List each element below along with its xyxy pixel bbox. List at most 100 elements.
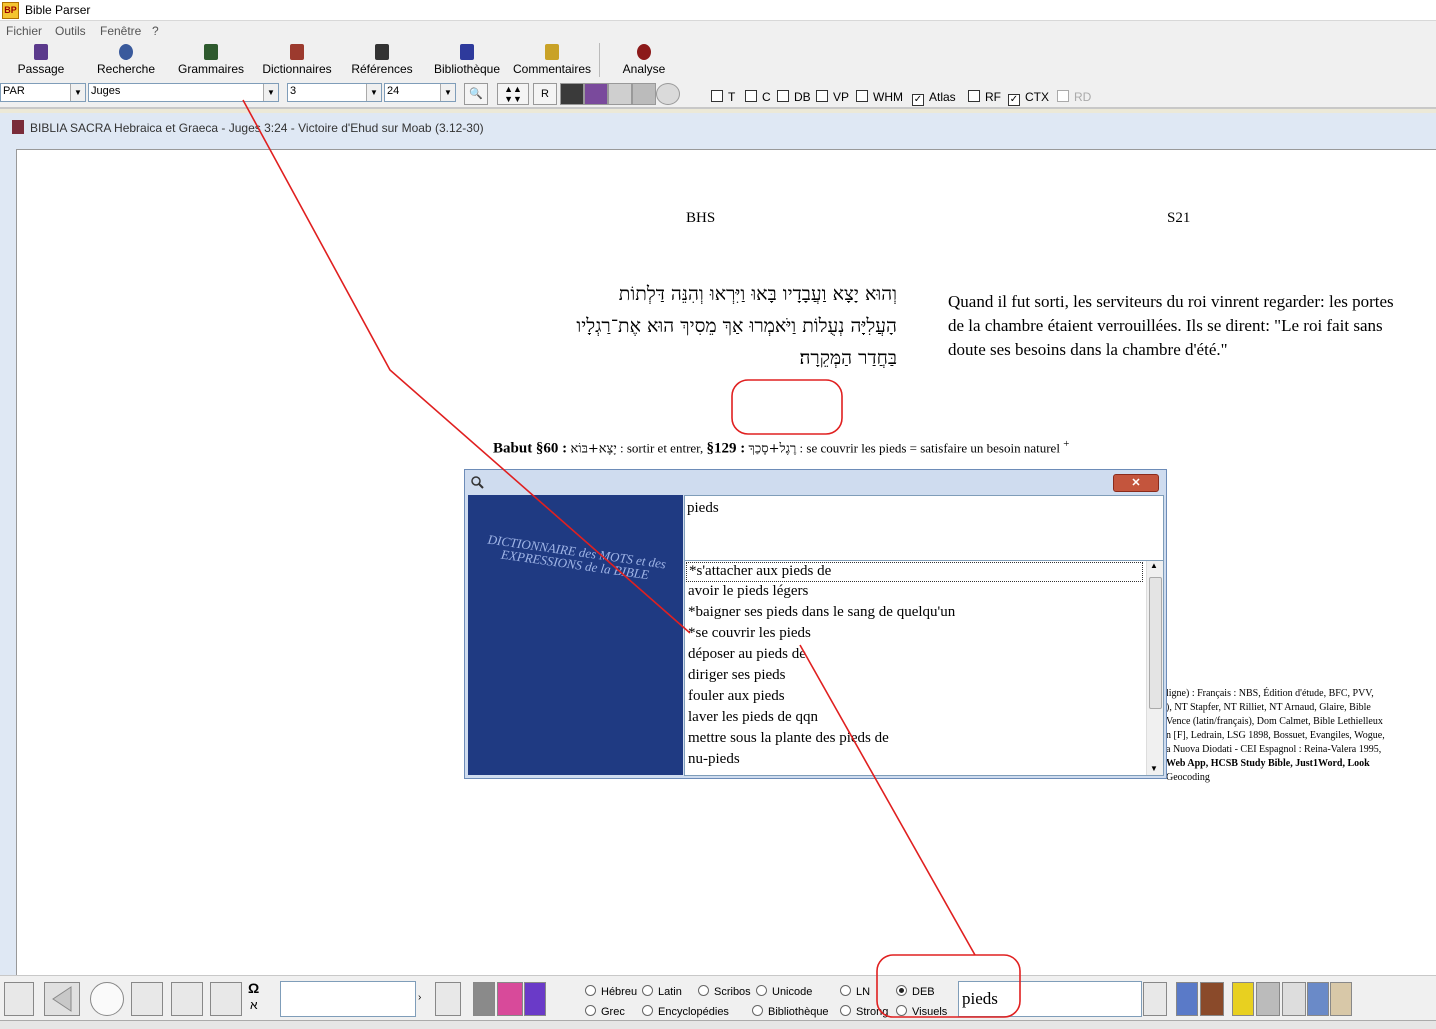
tree-icon[interactable] [608,83,632,105]
radio-deb[interactable]: DEB [896,985,935,998]
checkmark-icon[interactable]: ✓ [1008,94,1020,106]
list-item[interactable]: *s'attacher aux pieds de [686,562,1143,582]
list-item[interactable]: mettre sous la plante des pieds de [688,730,889,747]
stats-icon[interactable] [1176,982,1198,1016]
radio-circle[interactable] [585,985,596,996]
passage-button[interactable]: Passage [8,42,74,80]
chevron-down-icon[interactable]: ▼ [70,84,85,101]
french-verse[interactable]: Quand il fut sorti, les serviteurs du ro… [948,290,1403,362]
verse-stepper[interactable]: ▲▲ ▼▼ [497,83,529,105]
list-item[interactable]: *se couvrir les pieds [688,625,811,642]
menu-outils[interactable]: Outils [55,24,86,38]
radio-circle[interactable] [840,985,851,996]
dictionary-word-input[interactable]: pieds [958,981,1142,1017]
commentaires-button[interactable]: Commentaires [510,42,594,80]
list-item[interactable]: déposer au pieds de [688,646,806,663]
search-passage-button[interactable]: 🔍 [464,83,488,105]
grammaires-button[interactable]: Grammaires [174,42,248,80]
scrollbar-thumb[interactable] [1149,577,1162,709]
radio-circle[interactable] [840,1005,851,1016]
r-button[interactable]: R [533,83,557,105]
checkbox-box[interactable] [968,90,980,102]
grid-icon[interactable] [473,982,495,1016]
bars-icon[interactable] [524,982,546,1016]
chapter-select[interactable]: 3 ▼ [287,83,382,102]
scroll-down-icon[interactable]: ▼ [1150,764,1158,773]
babut-section-link[interactable]: §129 : [706,440,745,456]
hebrew-expression[interactable]: יָצָא+בּוֹא [570,441,616,456]
hebrew-line[interactable]: הָעֲלִיָּה נְעֻלוֹת וַיֹּאמְרוּ אַךְ מֵס… [497,310,897,342]
columns-icon[interactable] [1232,982,1254,1016]
radio-circle[interactable] [752,1005,763,1016]
radio-scribos[interactable]: Scribos [698,985,751,998]
menu-help[interactable]: ? [152,24,159,38]
checkbox-box[interactable] [816,90,828,102]
checkbox-box[interactable] [711,90,723,102]
checkbox-box[interactable] [745,90,757,102]
checkbox-rf[interactable]: RF [968,90,1001,104]
aleph-icon[interactable]: א [250,998,258,1012]
verse-select[interactable]: 24 ▼ [384,83,456,102]
radio-circle[interactable] [642,1005,653,1016]
dictionnaires-button[interactable]: Dictionnaires [258,42,336,80]
tools-icon[interactable] [632,83,656,105]
radio-grec[interactable]: Grec [585,1005,625,1018]
chart-icon[interactable] [497,982,523,1016]
checkbox-whm[interactable]: WHM [856,90,903,104]
calendar-icon[interactable] [1282,982,1306,1016]
back-arrow-icon[interactable] [44,982,80,1016]
book-select[interactable]: Juges ▼ [88,83,279,102]
recherche-button[interactable]: Recherche [90,42,162,80]
checkbox-ctx[interactable]: ✓ CTX [1008,90,1049,106]
zoom-icon[interactable] [90,982,124,1016]
hebrew-verse[interactable]: וְהוּא יָצָא וַעֲבָדָיו בָּאוּ וַיִּרְאו… [497,278,897,374]
radio-strong[interactable]: Strong [840,1005,888,1018]
menu-fenetre[interactable]: Fenêtre [100,24,141,38]
list-item[interactable]: avoir le pieds légers [688,583,808,600]
radio-circle[interactable] [642,985,653,996]
radio-encyclopedies[interactable]: Encyclopédies [642,1005,729,1018]
radio-bibliotheque[interactable]: Bibliothèque [752,1005,829,1018]
list-scrollbar[interactable]: ▲ ▼ [1146,561,1163,775]
checkbox-t[interactable]: T [711,90,735,104]
radio-circle[interactable] [896,1005,907,1016]
portrait-icon[interactable] [1330,982,1352,1016]
checkbox-c[interactable]: C [745,90,771,104]
hebrew-line[interactable]: וְהוּא יָצָא וַעֲבָדָיו בָּאוּ וַיִּרְאו… [497,278,897,310]
bibliotheque-button[interactable]: Bibliothèque [430,42,504,80]
dots-grid-icon[interactable] [1256,982,1280,1016]
list-item[interactable]: nu-pieds [688,751,740,768]
menu-fichier[interactable]: Fichier [6,24,42,38]
more-link[interactable]: + [1063,438,1069,450]
library-books-icon[interactable] [584,83,608,105]
chevron-right-icon[interactable]: › [418,992,421,1003]
radio-circle[interactable] [896,985,907,996]
checkbox-box[interactable] [856,90,868,102]
chevron-down-icon[interactable]: ▼ [440,84,455,101]
radio-unicode[interactable]: Unicode [756,985,812,998]
layout-windows-icon[interactable] [210,982,242,1016]
search-icon[interactable] [435,982,461,1016]
checkbox-box[interactable] [777,90,789,102]
list-item[interactable]: diriger ses pieds [688,667,785,684]
radio-ln[interactable]: LN [840,985,870,998]
bookshelf-icon[interactable] [1200,982,1224,1016]
layout-columns-icon[interactable] [131,982,163,1016]
table-icon[interactable] [1307,982,1329,1016]
checkbox-box[interactable] [1057,90,1069,102]
word-input[interactable] [280,981,416,1017]
omega-icon[interactable]: Ω [248,980,259,996]
hebrew-line[interactable]: בַּחֲדַר הַמְּקֵרָה׃ [497,342,897,374]
list-item[interactable]: fouler aux pieds [688,688,785,705]
checkbox-db[interactable]: DB [777,90,811,104]
analyse-button[interactable]: Analyse [612,42,676,80]
checkbox-vp[interactable]: VP [816,90,849,104]
checkbox-rd[interactable]: RD [1057,90,1091,104]
layout-rows-icon[interactable] [171,982,203,1016]
checkmark-icon[interactable]: ✓ [912,94,924,106]
radio-latin[interactable]: Latin [642,985,682,998]
radio-circle[interactable] [756,985,767,996]
parallel-icon[interactable] [560,83,584,105]
list-item[interactable]: laver les pieds de qqn [688,709,818,726]
references-button[interactable]: Références [348,42,416,80]
